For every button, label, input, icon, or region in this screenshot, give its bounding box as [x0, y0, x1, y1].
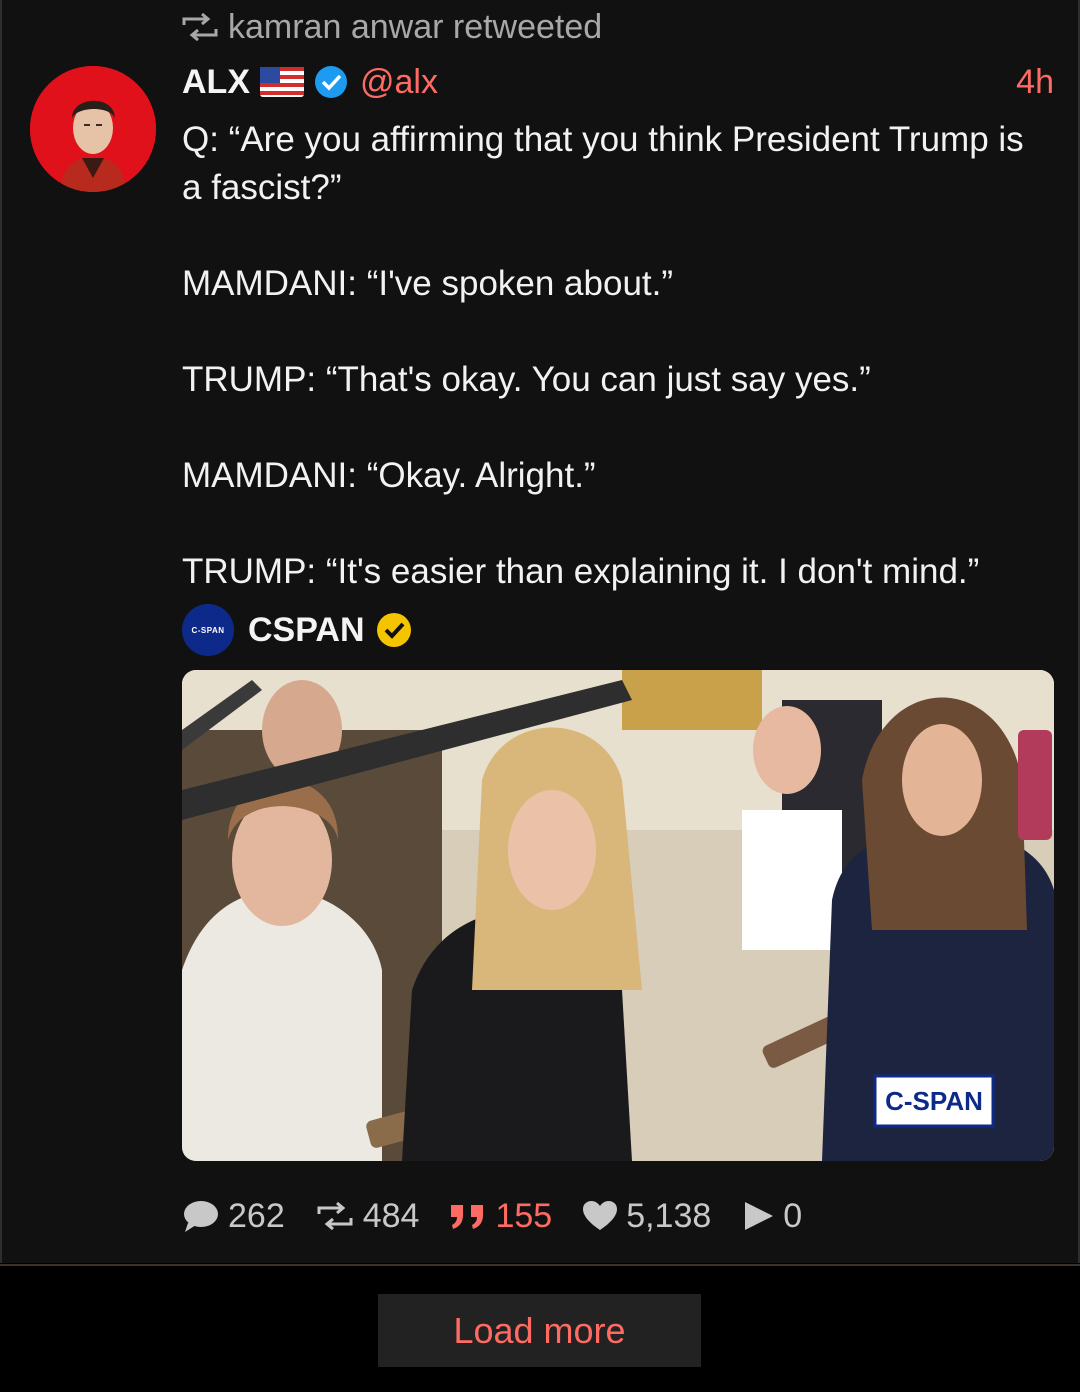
video-thumbnail[interactable]: C-SPAN	[182, 670, 1054, 1161]
avatar-portrait	[30, 66, 156, 192]
press-scene-image: C-SPAN	[182, 670, 1054, 1161]
quote-count: 155	[495, 1196, 553, 1235]
tweet-text: Q: “Are you affirming that you think Pre…	[182, 116, 1052, 596]
reply-button[interactable]: 262	[182, 1197, 285, 1236]
tweet-actions: 262 484 155 5,138 0	[182, 1192, 832, 1240]
retweet-icon	[317, 1202, 353, 1230]
avatar[interactable]	[30, 66, 156, 192]
heart-icon	[583, 1201, 618, 1230]
author-name[interactable]: ALX	[182, 63, 250, 102]
reply-count: 262	[228, 1196, 285, 1235]
tweet-header: ALX @alx 4h	[182, 58, 1054, 106]
retweet-icon	[182, 13, 218, 41]
verified-badge-icon	[315, 66, 347, 98]
like-count: 5,138	[626, 1196, 712, 1235]
cspan-avatar: C-SPAN	[182, 604, 234, 656]
media-source[interactable]: C-SPAN CSPAN	[182, 604, 413, 656]
tweet-line: Q: “Are you affirming that you think Pre…	[182, 120, 1024, 207]
retweet-button[interactable]: 484	[315, 1196, 420, 1236]
quote-icon	[451, 1205, 484, 1229]
source-name: CSPAN	[248, 610, 365, 649]
retweet-count: 484	[362, 1196, 420, 1235]
tweet-card[interactable]: kamran anwar retweeted ALX @alx 4h Q: “A…	[0, 0, 1080, 1263]
view-count: 0	[783, 1196, 803, 1235]
views-indicator[interactable]: 0	[741, 1197, 802, 1236]
load-more-button[interactable]: Load more	[378, 1294, 701, 1367]
gold-verified-icon	[376, 613, 411, 647]
us-flag-icon	[260, 67, 304, 97]
retweet-text: kamran anwar retweeted	[228, 7, 603, 46]
tweet-line: TRUMP: “It's easier than explaining it. …	[182, 552, 980, 591]
divider	[0, 1264, 1080, 1266]
retweet-indicator: kamran anwar retweeted	[180, 6, 602, 48]
tweet-line: MAMDANI: “Okay. Alright.”	[182, 456, 596, 495]
like-button[interactable]: 5,138	[582, 1197, 711, 1236]
quote-button[interactable]: 155	[449, 1197, 552, 1236]
play-icon	[745, 1202, 774, 1230]
reply-icon	[184, 1201, 218, 1232]
author-handle[interactable]: @alx	[360, 63, 438, 102]
timestamp[interactable]: 4h	[1016, 63, 1054, 102]
tweet-line: MAMDANI: “I've spoken about.”	[182, 264, 674, 303]
cspan-watermark: C-SPAN	[885, 1086, 983, 1116]
tweet-line: TRUMP: “That's okay. You can just say ye…	[182, 360, 871, 399]
